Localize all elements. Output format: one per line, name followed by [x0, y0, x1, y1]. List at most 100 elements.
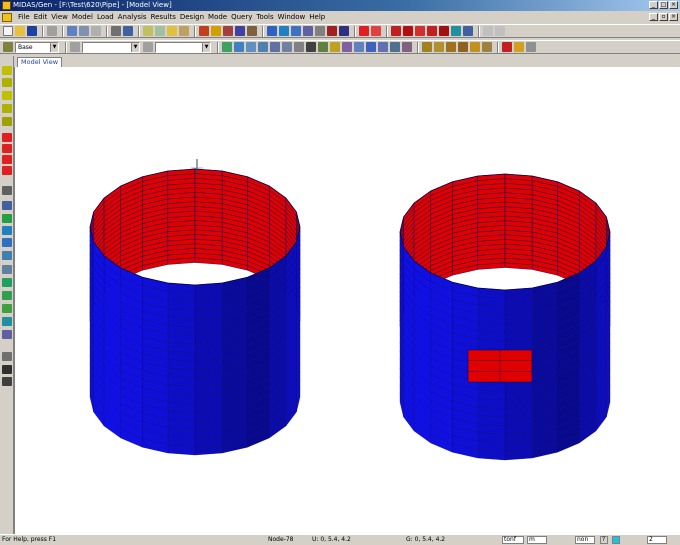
redo-icon[interactable]: [79, 26, 89, 36]
cylinder-model-right[interactable]: [399, 173, 611, 461]
boundary-tool-icon[interactable]: [446, 42, 456, 52]
menu-load[interactable]: Load: [95, 11, 116, 23]
zoom-out-icon[interactable]: [378, 42, 388, 52]
close-button[interactable]: ×: [669, 1, 678, 9]
mesh-icon[interactable]: [2, 214, 12, 223]
save-icon[interactable]: [27, 26, 37, 36]
menu-window[interactable]: Window: [276, 11, 308, 23]
dynamic-view-icon[interactable]: [354, 42, 364, 52]
activate-icon[interactable]: [222, 42, 232, 52]
hidden-line-icon[interactable]: [463, 26, 473, 36]
arrow-left-icon[interactable]: [2, 133, 12, 142]
move-element-icon[interactable]: [2, 238, 12, 247]
select-node-icon[interactable]: [2, 66, 12, 75]
pan-icon[interactable]: [402, 42, 412, 52]
copy-element-icon[interactable]: [2, 226, 12, 235]
zoom-in-icon[interactable]: [366, 42, 376, 52]
doc-close-button[interactable]: ×: [669, 13, 678, 21]
zoom-window-icon[interactable]: [123, 26, 133, 36]
active-previous-icon[interactable]: [258, 42, 268, 52]
base-combo[interactable]: Base ▼: [15, 41, 59, 53]
menu-tools[interactable]: Tools: [254, 11, 275, 23]
model-scene[interactable]: [15, 67, 680, 534]
scale-icon[interactable]: [2, 304, 12, 313]
menu-help[interactable]: Help: [307, 11, 327, 23]
chevron-down-icon[interactable]: ▼: [50, 42, 58, 52]
menu-mode[interactable]: Mode: [206, 11, 229, 23]
divide-element-icon[interactable]: [2, 251, 12, 260]
node-tool-icon[interactable]: [422, 42, 432, 52]
script-icon[interactable]: [495, 26, 505, 36]
length-unit-select[interactable]: m: [527, 536, 547, 544]
element-tool-icon[interactable]: [434, 42, 444, 52]
undo-icon[interactable]: [67, 26, 77, 36]
load-tool-icon[interactable]: [470, 42, 480, 52]
right-view-icon[interactable]: [439, 26, 449, 36]
lock-icon[interactable]: [514, 42, 524, 52]
node-number-icon[interactable]: [199, 26, 209, 36]
zoom-in-icon[interactable]: [2, 91, 12, 100]
document-icon[interactable]: [2, 12, 12, 22]
unselect-icon[interactable]: [327, 26, 337, 36]
model-view-canvas[interactable]: [14, 67, 680, 534]
maximize-button[interactable]: □: [659, 1, 668, 9]
section-combo[interactable]: ▼: [155, 41, 211, 53]
select-all-icon[interactable]: [339, 26, 349, 36]
table-icon[interactable]: [502, 42, 512, 52]
support-icon[interactable]: [235, 26, 245, 36]
grid-icon[interactable]: [143, 26, 153, 36]
menu-edit[interactable]: Edit: [32, 11, 50, 23]
chevron-down-icon[interactable]: ▼: [131, 42, 139, 52]
zoom-fit-icon[interactable]: [2, 117, 12, 126]
active-window-icon[interactable]: [282, 42, 292, 52]
doc-restore-button[interactable]: ▫: [659, 13, 668, 21]
line-tool-icon[interactable]: [2, 186, 12, 195]
zoom-out-icon[interactable]: [2, 104, 12, 113]
select-polygon-icon[interactable]: [291, 26, 301, 36]
monitor-icon[interactable]: [451, 26, 461, 36]
story-combo[interactable]: ▼: [82, 41, 140, 53]
page-count-field[interactable]: 2: [647, 536, 667, 544]
move-cross-icon[interactable]: [2, 377, 12, 386]
open-file-icon[interactable]: [15, 26, 25, 36]
inactive-icon[interactable]: [294, 42, 304, 52]
close-icon[interactable]: [47, 26, 57, 36]
redo-selection-icon[interactable]: [371, 26, 381, 36]
menu-analysis[interactable]: Analysis: [116, 11, 149, 23]
select-previous-icon[interactable]: [315, 26, 325, 36]
menu-model[interactable]: Model: [70, 11, 95, 23]
outer-shell-panel[interactable]: [167, 444, 196, 456]
outer-shell-panel[interactable]: [504, 449, 533, 461]
iso-view-icon[interactable]: [415, 26, 425, 36]
clear-icon[interactable]: [306, 42, 316, 52]
load-icon[interactable]: [247, 26, 257, 36]
unlock-icon[interactable]: [526, 42, 536, 52]
arrow-up-icon[interactable]: [2, 155, 12, 164]
menu-design[interactable]: Design: [178, 11, 206, 23]
tab-model-view[interactable]: Model View: [17, 57, 63, 67]
rotate-icon[interactable]: [2, 278, 12, 287]
property-tool-icon[interactable]: [482, 42, 492, 52]
minimize-button[interactable]: _: [649, 1, 658, 9]
render-icon[interactable]: [342, 42, 352, 52]
cylinder-model-left[interactable]: [89, 168, 301, 456]
layer-icon[interactable]: [179, 26, 189, 36]
perspective-icon[interactable]: [330, 42, 340, 52]
zoom-dynamic-icon[interactable]: [2, 352, 12, 361]
menu-file[interactable]: File: [16, 11, 32, 23]
front-view-icon[interactable]: [391, 26, 401, 36]
quote-icon[interactable]: [483, 26, 493, 36]
undo-selection-icon[interactable]: [359, 26, 369, 36]
pan-icon[interactable]: [2, 365, 12, 374]
select-plane-icon[interactable]: [303, 26, 313, 36]
outer-shell-panel[interactable]: [194, 444, 223, 456]
extrude-icon[interactable]: [2, 201, 12, 210]
menu-results[interactable]: Results: [149, 11, 178, 23]
element-number-icon[interactable]: [211, 26, 221, 36]
menu-view[interactable]: View: [49, 11, 70, 23]
support-tool-icon[interactable]: [2, 265, 12, 274]
mirror-icon[interactable]: [2, 291, 12, 300]
snap-icon[interactable]: [155, 26, 165, 36]
intersect-icon[interactable]: [2, 330, 12, 339]
doc-minimize-button[interactable]: _: [649, 13, 658, 21]
